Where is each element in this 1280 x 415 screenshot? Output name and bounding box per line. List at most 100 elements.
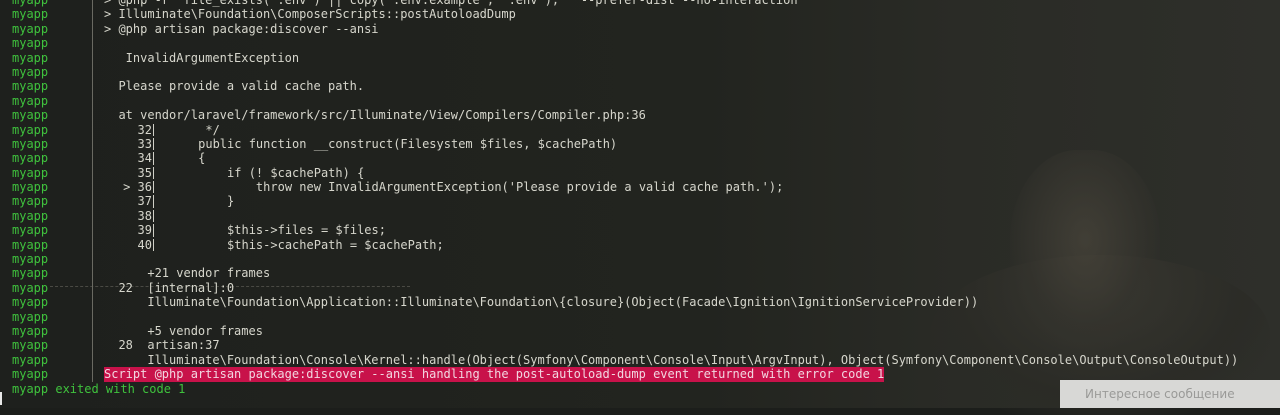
- code-line-number: 32: [137, 122, 152, 137]
- terminal-line: myapp at vendor/laravel/framework/src/Il…: [0, 108, 1280, 123]
- log-separator: [92, 122, 93, 137]
- container-prefix: myapp: [12, 352, 49, 367]
- log-separator: [92, 295, 93, 310]
- log-separator: [92, 208, 93, 224]
- code-snippet-line: {: [162, 151, 206, 166]
- log-text: +5 vendor frames: [104, 323, 263, 338]
- log-separator: [92, 136, 93, 152]
- log-separator: [92, 223, 93, 238]
- terminal-line: myapp 33 public function __construct(File…: [0, 136, 1280, 152]
- container-prefix: myapp: [12, 108, 49, 123]
- log-separator: [92, 323, 93, 339]
- terminal-line: myapp InvalidArgumentException: [0, 50, 1280, 65]
- log-separator: [92, 165, 93, 181]
- code-line-number: 34: [137, 151, 152, 166]
- log-separator: [92, 309, 93, 324]
- terminal-line: myapp 37 }: [0, 194, 1280, 209]
- exit-status-line: myapp exited with code 1: [0, 382, 1280, 396]
- code-line-number: 37: [137, 194, 152, 209]
- terminal-line: myapp Please provide a valid cache path.: [0, 79, 1280, 94]
- log-separator: [92, 108, 93, 123]
- log-separator: [92, 194, 93, 209]
- code-gutter-bar: [153, 166, 154, 180]
- code-line-number: 38: [137, 208, 152, 223]
- log-separator: [92, 79, 93, 94]
- container-prefix: myapp: [12, 338, 49, 353]
- log-separator: [92, 50, 93, 65]
- log-text: 28 artisan:37: [104, 338, 220, 353]
- code-snippet-line: }: [162, 194, 235, 209]
- container-prefix: myapp: [12, 194, 49, 209]
- log-text: > @php artisan package:discover --ansi: [104, 21, 379, 36]
- log-text: Illuminate\Foundation\Application::Illum…: [104, 295, 979, 310]
- container-prefix: myapp: [12, 323, 49, 338]
- code-gutter-bar: [153, 181, 154, 194]
- terminal-line: myapp 28 artisan:37: [0, 338, 1280, 353]
- log-separator: [92, 151, 93, 166]
- log-separator: [92, 352, 93, 368]
- code-snippet-line: $this->cachePath = $cachePath;: [162, 237, 444, 252]
- container-prefix: myapp: [12, 151, 49, 166]
- terminal-line: myapp 22 [internal]:0: [0, 280, 1280, 296]
- log-separator: [92, 266, 93, 281]
- terminal-line: myapp 39 $this->files = $files;: [0, 223, 1280, 238]
- log-separator: [92, 280, 93, 296]
- container-prefix: myapp: [12, 36, 49, 51]
- error-message: Script @php artisan package:discover --a…: [104, 367, 885, 382]
- code-gutter-bar: [153, 195, 154, 208]
- log-separator: [92, 64, 93, 80]
- code-snippet-line: if (! $cachePath) {: [162, 165, 365, 180]
- log-text: > Illuminate\Foundation\ComposerScripts:…: [104, 7, 516, 22]
- log-separator: [92, 93, 93, 109]
- code-line-number: > 36: [123, 180, 152, 195]
- container-prefix: myapp: [12, 7, 49, 22]
- terminal-line: myapp: [0, 309, 1280, 324]
- terminal-line: myapp Illuminate\Foundation\Console\Kern…: [0, 352, 1280, 368]
- code-gutter-bar: [153, 137, 154, 151]
- terminal-line: myapp 34 {: [0, 151, 1280, 166]
- container-prefix: myapp: [12, 180, 49, 195]
- container-prefix: myapp: [12, 122, 49, 137]
- code-snippet-line: */: [162, 122, 220, 137]
- log-separator: [92, 7, 93, 22]
- container-prefix: myapp: [12, 50, 49, 65]
- code-gutter-bar: [153, 238, 154, 252]
- exit-status-text: myapp exited with code 1: [12, 381, 186, 396]
- code-snippet-line: public function __construct(Filesystem $…: [162, 136, 618, 151]
- terminal-line: myapp > @php -r "file_exists('.env') || c…: [0, 0, 1280, 8]
- container-prefix: myapp: [12, 79, 49, 94]
- log-text: Illuminate\Foundation\Console\Kernel::ha…: [104, 352, 1239, 367]
- terminal-line: myapp 32 */: [0, 122, 1280, 137]
- log-separator: [92, 180, 93, 195]
- log-separator: [92, 36, 93, 51]
- container-prefix: myapp: [12, 367, 49, 382]
- log-separator: [92, 237, 93, 253]
- code-snippet-line: $this->files = $files;: [162, 223, 386, 238]
- terminal-line: myapp: [0, 64, 1280, 80]
- log-separator: [92, 0, 93, 8]
- container-prefix: myapp: [12, 208, 49, 223]
- code-line-number: 40: [137, 237, 152, 252]
- terminal-line: myapp: [0, 93, 1280, 109]
- code-gutter-bar: [153, 152, 154, 165]
- code-gutter-bar: [153, 224, 154, 237]
- container-prefix: myapp: [12, 280, 49, 295]
- container-prefix: myapp: [12, 309, 49, 324]
- terminal-line: myapp: [0, 252, 1280, 267]
- log-text: at vendor/laravel/framework/src/Illumina…: [104, 108, 646, 123]
- code-line-number: 33: [137, 136, 152, 151]
- container-prefix: myapp: [12, 252, 49, 267]
- container-prefix: myapp: [12, 165, 49, 180]
- text-cursor: [0, 392, 2, 405]
- container-prefix: myapp: [12, 136, 49, 151]
- code-line-number: 35: [137, 165, 152, 180]
- terminal-line: myapp 35 if (! $cachePath) {: [0, 165, 1280, 181]
- container-prefix: myapp: [12, 295, 49, 310]
- log-separator: [92, 21, 93, 37]
- terminal-line: myapp > @php artisan package:discover --a…: [0, 21, 1280, 37]
- terminal-line: myapp: [0, 36, 1280, 51]
- container-prefix: myapp: [12, 93, 49, 108]
- code-line-number: 39: [137, 223, 152, 238]
- log-text: > @php -r "file_exists('.env') || copy('…: [104, 0, 798, 7]
- code-gutter-bar: [153, 209, 154, 223]
